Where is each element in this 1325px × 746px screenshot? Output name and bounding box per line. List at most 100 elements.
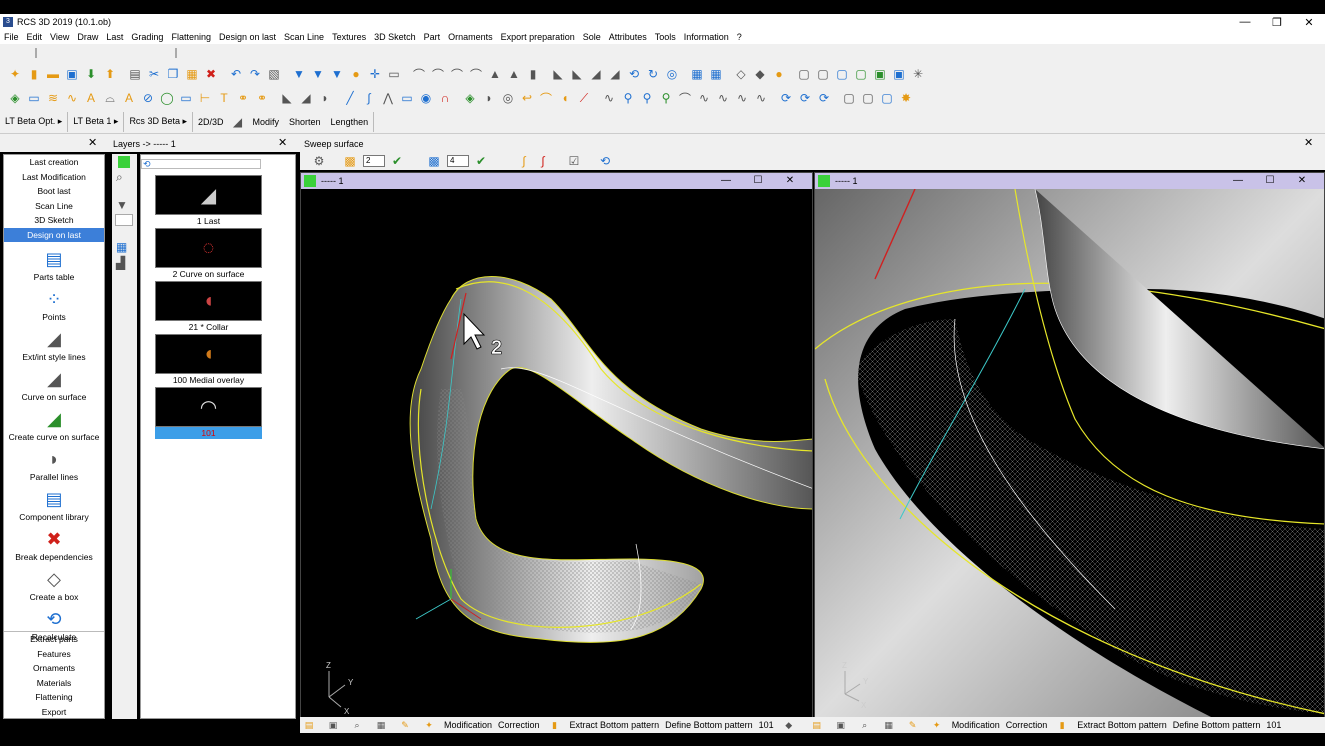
nav-flattening[interactable]: Flattening <box>4 690 104 705</box>
status-modification[interactable]: Modification <box>444 720 492 730</box>
nav-boot-last[interactable]: Boot last <box>4 184 104 199</box>
nav-export[interactable]: Export <box>4 705 104 720</box>
layers-sync-icon[interactable]: ⟲ <box>143 159 151 170</box>
status-tool-4-icon[interactable]: ▦ <box>372 716 390 734</box>
viewport-2[interactable]: ----- 1 — ☐ ✕ Z Y X <box>814 172 1325 719</box>
refresh-2-icon[interactable]: ⟳ <box>796 89 814 107</box>
status2-tool-4-icon[interactable]: ▦ <box>880 716 898 734</box>
box-view-4-icon[interactable]: ▢ <box>852 65 870 83</box>
wave-icon[interactable]: ∿ <box>600 89 618 107</box>
menu-design-on-last[interactable]: Design on last <box>219 32 276 42</box>
menu-edit[interactable]: Edit <box>27 32 43 42</box>
box-view-2-icon[interactable]: ▢ <box>814 65 832 83</box>
diamond-icon[interactable]: ◈ <box>461 89 479 107</box>
layer-color-swatch[interactable] <box>118 156 130 168</box>
pin-1-icon[interactable]: ⚲ <box>619 89 637 107</box>
leather-icon[interactable]: ✸ <box>897 89 915 107</box>
curve-tool-icon[interactable]: ≋ <box>44 89 62 107</box>
shoe-icon[interactable]: ⌒ <box>537 89 555 107</box>
minimize-button[interactable]: — <box>1229 16 1261 29</box>
last-view-5-icon[interactable]: ▲ <box>486 65 504 83</box>
last-view-6-icon[interactable]: ▲ <box>505 65 523 83</box>
last-view-7-icon[interactable]: ▮ <box>524 65 542 83</box>
close-layers-button[interactable]: ✕ <box>278 136 287 149</box>
text-t-icon[interactable]: T <box>215 89 233 107</box>
surface-3-icon[interactable]: ◗ <box>316 89 334 107</box>
nav-ornaments[interactable]: Ornaments <box>4 661 104 676</box>
last-view-3-icon[interactable]: ⌒ <box>448 65 466 83</box>
modify-button[interactable]: Modify <box>248 112 285 132</box>
circle-slash-icon[interactable]: ⊘ <box>139 89 157 107</box>
network-icon[interactable]: ✳ <box>909 65 927 83</box>
circle-draw-icon[interactable]: ◉ <box>417 89 435 107</box>
slider-handle-1[interactable] <box>35 48 37 58</box>
box-view-3-icon[interactable]: ▢ <box>833 65 851 83</box>
viewport-1-maximize-button[interactable]: ☐ <box>742 173 774 189</box>
nav-design-on-last[interactable]: Design on last <box>4 227 104 242</box>
box-view-1-icon[interactable]: ▢ <box>795 65 813 83</box>
layer-visible-icon[interactable]: ▦ <box>116 240 127 254</box>
menu-file[interactable]: File <box>4 32 19 42</box>
move-icon[interactable]: ✛ <box>366 65 384 83</box>
status2-define[interactable]: Define Bottom pattern <box>1173 720 1261 730</box>
menu-export-preparation[interactable]: Export preparation <box>501 32 575 42</box>
status2-tool-2-icon[interactable]: ▣ <box>832 716 850 734</box>
tool-points[interactable]: ⁘ Points <box>4 288 104 322</box>
cube-2-icon[interactable]: ◆ <box>751 65 769 83</box>
hook-icon[interactable]: ↩ <box>518 89 536 107</box>
sweep-rail-icon[interactable]: ▩ <box>425 152 443 170</box>
layer-item-21[interactable]: ◖ 21 * Collar <box>155 281 262 333</box>
status-tool-1-icon[interactable]: ▤ <box>300 716 318 734</box>
bridge-icon[interactable]: ⌓ <box>101 89 119 107</box>
menu-attributes[interactable]: Attributes <box>609 32 647 42</box>
crumb-2d3d[interactable]: 2D/3D <box>193 112 229 132</box>
status-tool-5-icon[interactable]: ✎ <box>396 716 414 734</box>
close-left-panel-button[interactable]: ✕ <box>88 136 97 149</box>
screen-icon[interactable]: ▣ <box>871 65 889 83</box>
sweep-check-1-icon[interactable]: ✔ <box>388 152 406 170</box>
undo-icon[interactable]: ↶ <box>227 65 245 83</box>
nav-extract-parts[interactable]: Extract parts <box>4 632 104 647</box>
folder-icon[interactable]: ▬ <box>44 65 62 83</box>
lengthen-button[interactable]: Lengthen <box>326 111 375 132</box>
menu-tools[interactable]: Tools <box>655 32 676 42</box>
menu-sole[interactable]: Sole <box>583 32 601 42</box>
shoe-view-2-icon[interactable]: ◣ <box>568 65 586 83</box>
wave-5-icon[interactable]: ∿ <box>752 89 770 107</box>
crumb-lt-beta-1[interactable]: LT Beta 1 ▸ <box>68 111 125 132</box>
status-tool-6-icon[interactable]: ✦ <box>420 716 438 734</box>
knife-icon[interactable]: ⟋ <box>575 89 593 107</box>
status-extract[interactable]: Extract Bottom pattern <box>570 720 660 730</box>
surface-1-icon[interactable]: ◣ <box>278 89 296 107</box>
menu-information[interactable]: Information <box>684 32 729 42</box>
text-a2-icon[interactable]: A <box>120 89 138 107</box>
refresh-3-icon[interactable]: ⟳ <box>815 89 833 107</box>
tool-ext-int-style-lines[interactable]: ◢ Ext/int style lines <box>4 328 104 362</box>
freehand-icon[interactable]: ∫ <box>360 89 378 107</box>
status2-extract[interactable]: Extract Bottom pattern <box>1077 720 1167 730</box>
viewport-2-close-button[interactable]: ✕ <box>1286 173 1318 189</box>
slider-handle-2[interactable] <box>175 48 177 58</box>
layer-lock-icon[interactable]: ▟ <box>116 256 125 270</box>
sweep-value-1-field[interactable]: 2 <box>363 155 385 167</box>
status-define[interactable]: Define Bottom pattern <box>665 720 753 730</box>
status2-modification[interactable]: Modification <box>952 720 1000 730</box>
link-icon[interactable]: ⚭ <box>234 89 252 107</box>
menu-grading[interactable]: Grading <box>131 32 163 42</box>
tool-break-dependencies[interactable]: ✖ Break dependencies <box>4 528 104 562</box>
layer-zoom-icon[interactable]: ⌕ <box>116 170 123 185</box>
layer-item-2[interactable]: ◌ 2 Curve on surface <box>155 228 262 280</box>
layer-field[interactable] <box>115 214 133 226</box>
menu-ornaments[interactable]: Ornaments <box>448 32 493 42</box>
layer-item-1[interactable]: ◢ 1 Last <box>155 175 262 227</box>
tool-parallel-lines[interactable]: ◗ Parallel lines <box>4 448 104 482</box>
shoe-view-4-icon[interactable]: ◢ <box>606 65 624 83</box>
tool-component-library[interactable]: ▤ Component library <box>4 488 104 522</box>
highlight-icon[interactable]: ● <box>347 65 365 83</box>
status-tool-3-icon[interactable]: ⌕ <box>348 716 366 734</box>
nav-3d-sketch[interactable]: 3D Sketch <box>4 213 104 228</box>
nav-features[interactable]: Features <box>4 647 104 662</box>
redo-icon[interactable]: ↷ <box>246 65 264 83</box>
upload-icon[interactable]: ⬆ <box>101 65 119 83</box>
wave-4-icon[interactable]: ∿ <box>733 89 751 107</box>
